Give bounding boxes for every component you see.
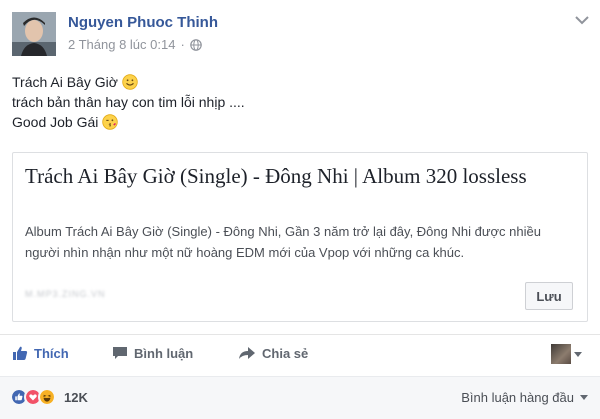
haha-reaction-icon: [38, 388, 56, 406]
post-text-line: Good Job Gái: [12, 112, 245, 132]
thumbs-up-icon: [13, 346, 28, 360]
post-text-line-2: trách bản thân hay con tim lỗi nhịp ....: [12, 94, 245, 110]
comment-icon: [113, 347, 127, 359]
link-domain: M.MP3.ZING.VN: [25, 289, 106, 299]
reaction-count[interactable]: 12K: [64, 390, 88, 405]
comment-label: Bình luận: [134, 345, 194, 361]
post-meta: 2 Tháng 8 lúc 0:14 ·: [68, 37, 202, 52]
post-text: Trách Ai Bây Giờ trách bản thân hay con …: [12, 72, 245, 132]
share-button[interactable]: Chia sẻ: [238, 345, 308, 361]
smile-emoji-icon: [122, 74, 138, 90]
globe-icon[interactable]: [189, 38, 202, 51]
reaction-summary[interactable]: 12K: [10, 388, 88, 406]
link-title[interactable]: Trách Ai Bây Giờ (Single) - Đông Nhi | A…: [25, 163, 565, 190]
share-arrow-icon: [239, 347, 255, 359]
caret-down-icon: [580, 395, 588, 400]
viewer-avatar: [551, 344, 571, 364]
reactions-footer: 12K Bình luận hàng đầu: [0, 376, 600, 419]
like-button[interactable]: Thích: [12, 345, 69, 361]
kiss-emoji-icon: [102, 114, 119, 130]
post-text-line-1: Trách Ai Bây Giờ: [12, 74, 118, 90]
post-timestamp[interactable]: 2 Tháng 8 lúc 0:14: [68, 37, 175, 52]
share-label: Chia sẻ: [262, 345, 309, 361]
post-text-line: trách bản thân hay con tim lỗi nhịp ....: [12, 92, 245, 112]
save-button[interactable]: Lưu: [525, 282, 573, 310]
link-description: Album Trách Ai Bây Giờ (Single) - Đông N…: [25, 224, 541, 260]
author-avatar[interactable]: [12, 12, 56, 56]
comment-sort-dropdown[interactable]: Bình luận hàng đầu: [461, 390, 588, 405]
comment-button[interactable]: Bình luận: [112, 345, 193, 361]
comment-as-selector[interactable]: [551, 344, 582, 364]
post-text-line: Trách Ai Bây Giờ: [12, 72, 245, 92]
action-bar: Thích Bình luận Chia sẻ: [0, 334, 600, 376]
caret-down-icon: [574, 351, 582, 357]
chevron-down-icon[interactable]: [574, 14, 590, 26]
comment-sort-label: Bình luận hàng đầu: [461, 390, 574, 405]
privacy-separator: ·: [180, 37, 185, 52]
link-preview-card[interactable]: Trách Ai Bây Giờ (Single) - Đông Nhi | A…: [12, 152, 588, 322]
post-text-line-3: Good Job Gái: [12, 114, 99, 130]
post-card: Nguyen Phuoc Thinh 2 Tháng 8 lúc 0:14 · …: [0, 0, 600, 419]
author-name[interactable]: Nguyen Phuoc Thinh: [68, 14, 218, 31]
like-label: Thích: [34, 345, 69, 361]
